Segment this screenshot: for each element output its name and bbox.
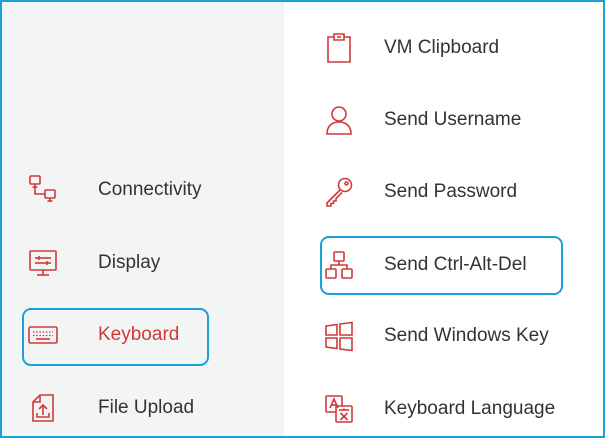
submenu-item-send-password[interactable]: Send Password	[322, 172, 517, 212]
file-upload-icon	[26, 391, 60, 425]
submenu-item-label: Keyboard Language	[384, 398, 556, 419]
submenu-item-vm-clipboard[interactable]: VM Clipboard	[322, 28, 499, 68]
ctrl-alt-del-icon	[322, 248, 356, 282]
submenu-item-send-username[interactable]: Send Username	[322, 100, 521, 140]
submenu-item-label: Send Username	[384, 109, 522, 130]
nav-item-label: Connectivity	[98, 179, 202, 200]
submenu-item-label: VM Clipboard	[384, 37, 500, 58]
submenu-item-send-ctrl-alt-del[interactable]: Send Ctrl-Alt-Del	[322, 245, 527, 285]
submenu-item-label: Send Ctrl-Alt-Del	[384, 254, 527, 275]
windows-key-icon	[322, 319, 356, 353]
nav-item-keyboard[interactable]: Keyboard	[26, 315, 179, 355]
key-icon	[322, 175, 356, 209]
keyboard-language-icon	[322, 392, 356, 426]
left-nav: Connectivity Display Keyboard File Uploa…	[2, 2, 284, 436]
keyboard-icon	[26, 318, 60, 352]
nav-item-file-upload[interactable]: File Upload	[26, 388, 194, 428]
nav-item-connectivity[interactable]: Connectivity	[26, 170, 202, 210]
nav-item-label: Keyboard	[98, 324, 180, 345]
submenu-item-send-windows-key[interactable]: Send Windows Key	[322, 316, 549, 356]
keyboard-submenu: VM Clipboard Send Username Send Password	[284, 2, 603, 436]
connectivity-icon	[26, 173, 60, 207]
keyboard-menu-panel: Connectivity Display Keyboard File Uploa…	[0, 0, 605, 438]
nav-item-label: Display	[98, 252, 161, 273]
submenu-item-keyboard-language[interactable]: Keyboard Language	[322, 389, 555, 429]
submenu-item-label: Send Password	[384, 181, 518, 202]
user-icon	[322, 103, 356, 137]
clipboard-icon	[322, 31, 356, 65]
display-icon	[26, 246, 60, 280]
nav-item-display[interactable]: Display	[26, 243, 160, 283]
submenu-item-label: Send Windows Key	[384, 325, 549, 346]
nav-item-label: File Upload	[98, 397, 195, 418]
